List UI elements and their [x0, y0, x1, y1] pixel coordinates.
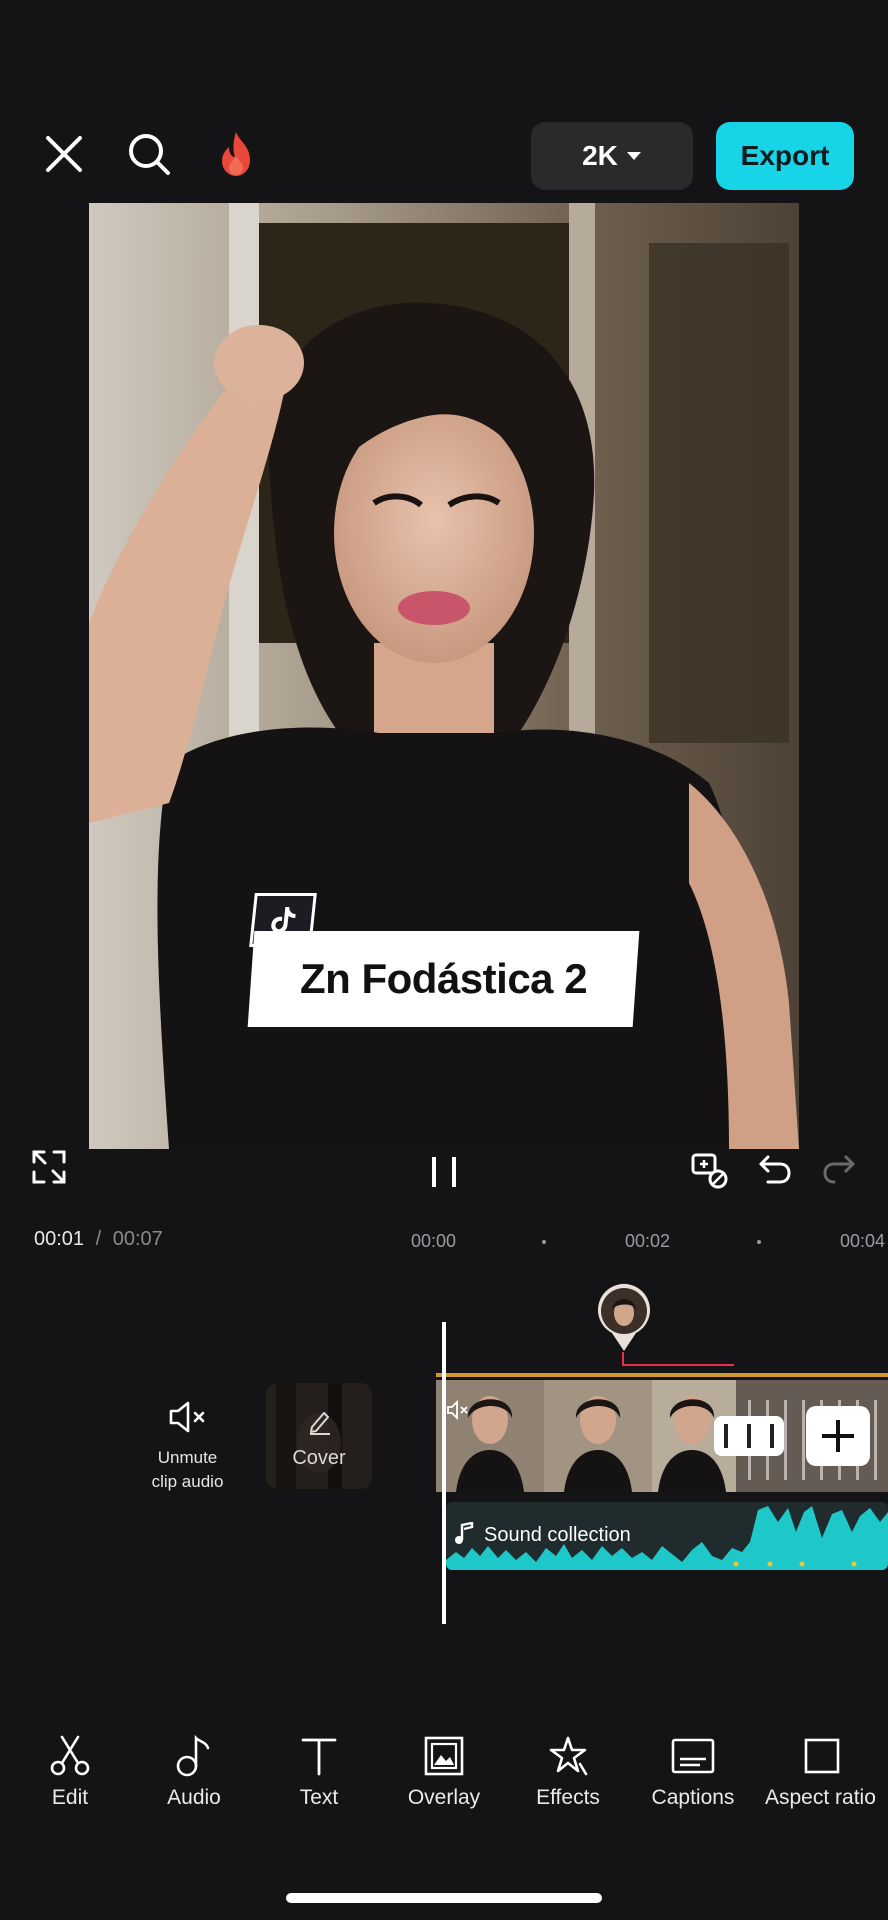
pause-icon	[432, 1157, 456, 1187]
home-indicator	[286, 1893, 602, 1903]
keyframe-icon	[691, 1153, 728, 1189]
captions-icon	[671, 1738, 715, 1774]
video-preview[interactable]: Zn Fodástica 2	[89, 203, 799, 1149]
resolution-dropdown[interactable]: 2K	[531, 122, 693, 190]
ruler-label: 00:04	[840, 1231, 886, 1251]
tool-label: Overlay	[407, 1786, 481, 1809]
audio-track[interactable]: Sound collection	[446, 1502, 888, 1570]
caption-text: Zn Fodástica 2	[299, 955, 588, 1002]
export-button[interactable]: Export	[716, 122, 854, 190]
tool-label: Edit	[51, 1786, 89, 1809]
total-time: 00:07	[112, 1228, 163, 1250]
transition-handle[interactable]	[714, 1416, 784, 1456]
unmute-label-line2: clip audio	[151, 1472, 224, 1491]
add-clip-button[interactable]	[806, 1406, 870, 1466]
handle-bar	[746, 1424, 751, 1448]
search-button[interactable]	[123, 128, 175, 180]
keyframe-button[interactable]	[690, 1152, 730, 1202]
clip-trim-border	[436, 1373, 888, 1377]
tool-label: Text	[299, 1786, 339, 1809]
resolution-label: 2K	[582, 140, 618, 171]
close-icon	[46, 136, 82, 172]
close-button[interactable]	[38, 128, 90, 180]
cover-button[interactable]: Cover	[266, 1383, 372, 1489]
tool-label: Captions	[651, 1786, 735, 1809]
tool-effects[interactable]: Effects	[508, 1730, 628, 1810]
clip-muted-icon	[447, 1400, 468, 1420]
ruler-tick	[757, 1240, 761, 1244]
unmute-label-line1: Unmute	[157, 1448, 218, 1467]
tool-label: Effects	[536, 1786, 600, 1809]
tool-overlay[interactable]: Overlay	[384, 1730, 504, 1810]
fullscreen-icon	[32, 1150, 66, 1184]
trending-button[interactable]	[210, 128, 262, 180]
overlay-icon	[424, 1736, 464, 1776]
handle-bar	[723, 1424, 728, 1448]
aspect-ratio-icon	[804, 1738, 840, 1774]
bottom-toolbar: Edit Audio Text Overlay Effects Captions…	[0, 1730, 888, 1830]
fullscreen-button[interactable]	[32, 1150, 66, 1200]
tool-label: Aspect ratio	[765, 1786, 876, 1809]
unmute-button[interactable]	[168, 1400, 210, 1439]
time-separator: /	[95, 1228, 102, 1250]
current-time: 00:01	[34, 1228, 85, 1250]
playhead[interactable]	[442, 1322, 446, 1624]
cover-label: Cover	[292, 1447, 346, 1469]
scissors-icon	[50, 1735, 90, 1776]
search-icon	[129, 134, 170, 175]
pause-button[interactable]	[428, 1155, 460, 1205]
tool-label: Audio	[167, 1786, 221, 1809]
tool-text[interactable]: Text	[259, 1730, 379, 1810]
tool-audio[interactable]: Audio	[134, 1730, 254, 1810]
marker-range	[622, 1364, 734, 1366]
ruler-tick	[542, 1240, 546, 1244]
caption-overlay[interactable]: Zn Fodástica 2	[247, 931, 640, 1027]
speaker-muted-icon	[169, 1401, 205, 1433]
music-note-icon	[455, 1522, 474, 1544]
undo-button[interactable]	[758, 1153, 792, 1203]
tool-aspect-ratio[interactable]: Aspect ratio	[762, 1730, 882, 1810]
tool-edit[interactable]: Edit	[10, 1730, 130, 1810]
chevron-down-icon	[626, 152, 641, 160]
flame-icon	[222, 132, 250, 176]
avatar-pin-icon	[598, 1283, 650, 1351]
text-icon	[301, 1738, 337, 1776]
tool-captions[interactable]: Captions	[633, 1730, 753, 1810]
ruler-label: 00:00	[411, 1231, 457, 1251]
unmute-label[interactable]: Unmute clip audio	[140, 1446, 235, 1494]
redo-icon	[823, 1155, 855, 1184]
handle-bar	[770, 1424, 775, 1448]
timeline-marker-avatar[interactable]	[596, 1283, 652, 1353]
effects-star-icon	[549, 1736, 588, 1776]
audio-track-label: Sound collection	[484, 1524, 631, 1546]
timecode: 00:01 / 00:07	[34, 1228, 163, 1251]
cover-thumbnail-image	[266, 1383, 372, 1489]
plus-icon	[822, 1420, 854, 1452]
undo-icon	[759, 1155, 791, 1184]
redo-button[interactable]	[822, 1153, 856, 1203]
ruler-label: 00:02	[625, 1231, 671, 1251]
music-note-icon	[176, 1734, 210, 1777]
edit-pencil-icon	[310, 1412, 330, 1435]
